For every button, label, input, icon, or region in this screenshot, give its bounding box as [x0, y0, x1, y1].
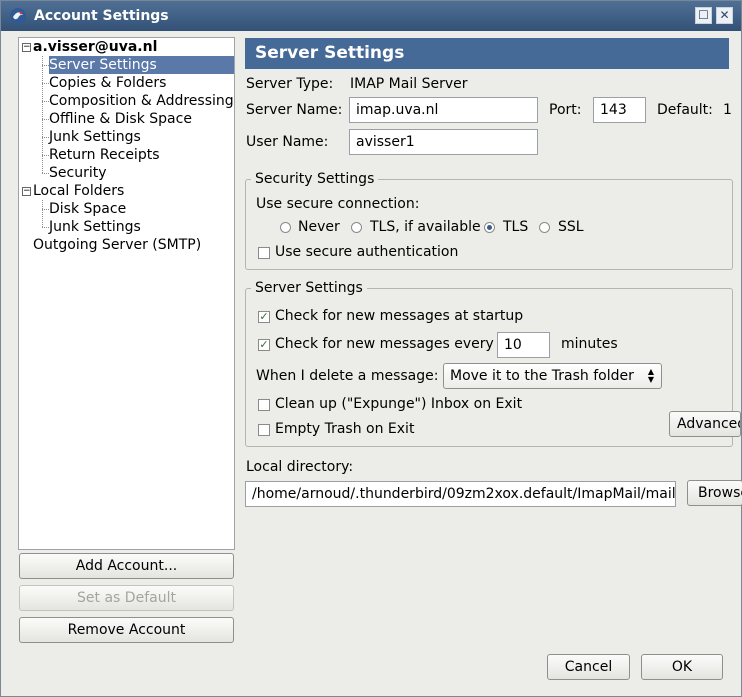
secure-auth-label[interactable]: Use secure authentication — [275, 244, 458, 260]
account-tree[interactable]: − a.visser@uva.nl Server Settings Copies… — [18, 37, 235, 550]
expunge-checkbox[interactable] — [258, 399, 270, 411]
tree-item-copies-folders[interactable]: Copies & Folders — [49, 74, 166, 92]
tree-item-local-junk[interactable]: Junk Settings — [49, 218, 141, 236]
default-port-value: 1 — [723, 102, 732, 118]
radio-tls-label[interactable]: TLS — [503, 219, 528, 235]
local-directory-label: Local directory: — [246, 459, 354, 475]
collapse-icon[interactable]: − — [22, 43, 31, 52]
ok-button[interactable]: OK — [641, 654, 723, 680]
dropdown-arrows-icon: ▲ ▼ — [647, 367, 655, 384]
empty-trash-checkbox[interactable] — [258, 424, 270, 436]
port-field[interactable]: 143 — [593, 97, 646, 123]
delete-action-dropdown[interactable]: Move it to the Trash folder ▲ ▼ — [443, 363, 662, 389]
port-label: Port: — [549, 102, 582, 118]
check-startup-checkbox[interactable]: ✓ — [258, 311, 270, 323]
check-every-label[interactable]: Check for new messages every — [275, 336, 494, 352]
window-title: Account Settings — [34, 8, 169, 24]
maximize-button[interactable]: ☐ — [695, 7, 712, 24]
tree-item-return-receipts[interactable]: Return Receipts — [49, 146, 160, 164]
radio-never-label[interactable]: Never — [298, 219, 340, 235]
panel-header: Server Settings — [245, 38, 729, 69]
expunge-label[interactable]: Clean up ("Expunge") Inbox on Exit — [275, 396, 522, 412]
server-settings-title: Server Settings — [251, 280, 367, 296]
browse-button[interactable]: Browse... — [687, 480, 742, 506]
remove-account-button[interactable]: Remove Account — [19, 617, 234, 643]
user-name-label: User Name: — [246, 134, 329, 150]
radio-ssl-label[interactable]: SSL — [558, 219, 584, 235]
radio-tls-if-available[interactable] — [351, 222, 362, 233]
empty-trash-label[interactable]: Empty Trash on Exit — [275, 421, 414, 437]
title-bar[interactable]: Account Settings ☐ ✕ — [1, 1, 741, 31]
check-every-checkbox[interactable]: ✓ — [258, 339, 270, 351]
thunderbird-app-icon[interactable] — [9, 7, 27, 25]
add-account-button[interactable]: Add Account... — [19, 553, 234, 579]
radio-tls-if-available-label[interactable]: TLS, if available — [370, 219, 481, 235]
set-default-button[interactable]: Set as Default — [19, 585, 234, 611]
security-settings-title: Security Settings — [251, 171, 379, 187]
radio-ssl[interactable] — [539, 222, 550, 233]
secure-auth-checkbox[interactable] — [258, 247, 270, 259]
check-startup-label[interactable]: Check for new messages at startup — [275, 308, 523, 324]
collapse-icon[interactable]: − — [22, 187, 31, 196]
user-name-field[interactable]: avisser1 — [349, 129, 538, 155]
minutes-label: minutes — [561, 336, 618, 352]
server-type-value: IMAP Mail Server — [350, 76, 468, 92]
advanced-button[interactable]: Advanced... — [669, 411, 741, 437]
tree-item-composition[interactable]: Composition & Addressing — [49, 92, 234, 110]
server-name-field[interactable]: imap.uva.nl — [349, 97, 538, 123]
delete-message-label: When I delete a message: — [256, 368, 439, 384]
tree-outgoing-server[interactable]: Outgoing Server (SMTP) — [33, 236, 201, 254]
tree-item-server-settings[interactable]: Server Settings — [49, 56, 234, 74]
radio-never[interactable] — [280, 222, 291, 233]
radio-tls[interactable] — [484, 222, 495, 233]
tree-item-label: Server Settings — [49, 57, 157, 73]
tree-item-offline-disk[interactable]: Offline & Disk Space — [49, 110, 192, 128]
use-secure-label: Use secure connection: — [256, 196, 420, 212]
default-port-label: Default: — [657, 102, 713, 118]
page-title: Server Settings — [255, 43, 405, 63]
local-directory-field[interactable]: /home/arnoud/.thunderbird/09zm2xox.defau… — [245, 481, 676, 507]
cancel-button[interactable]: Cancel — [547, 654, 630, 680]
minutes-field[interactable]: 10 — [497, 332, 550, 358]
tree-item-security[interactable]: Security — [49, 164, 107, 182]
delete-action-value: Move it to the Trash folder — [450, 368, 634, 384]
tree-local-folders[interactable]: Local Folders — [33, 182, 124, 200]
account-settings-window: Account Settings ☐ ✕ − a.visser@uva.nl S… — [0, 0, 742, 697]
tree-account[interactable]: a.visser@uva.nl — [33, 38, 157, 56]
tree-item-junk-settings[interactable]: Junk Settings — [49, 128, 141, 146]
server-type-label: Server Type: — [246, 76, 334, 92]
tree-item-disk-space[interactable]: Disk Space — [49, 200, 126, 218]
close-button[interactable]: ✕ — [716, 7, 733, 24]
server-name-label: Server Name: — [246, 102, 343, 118]
